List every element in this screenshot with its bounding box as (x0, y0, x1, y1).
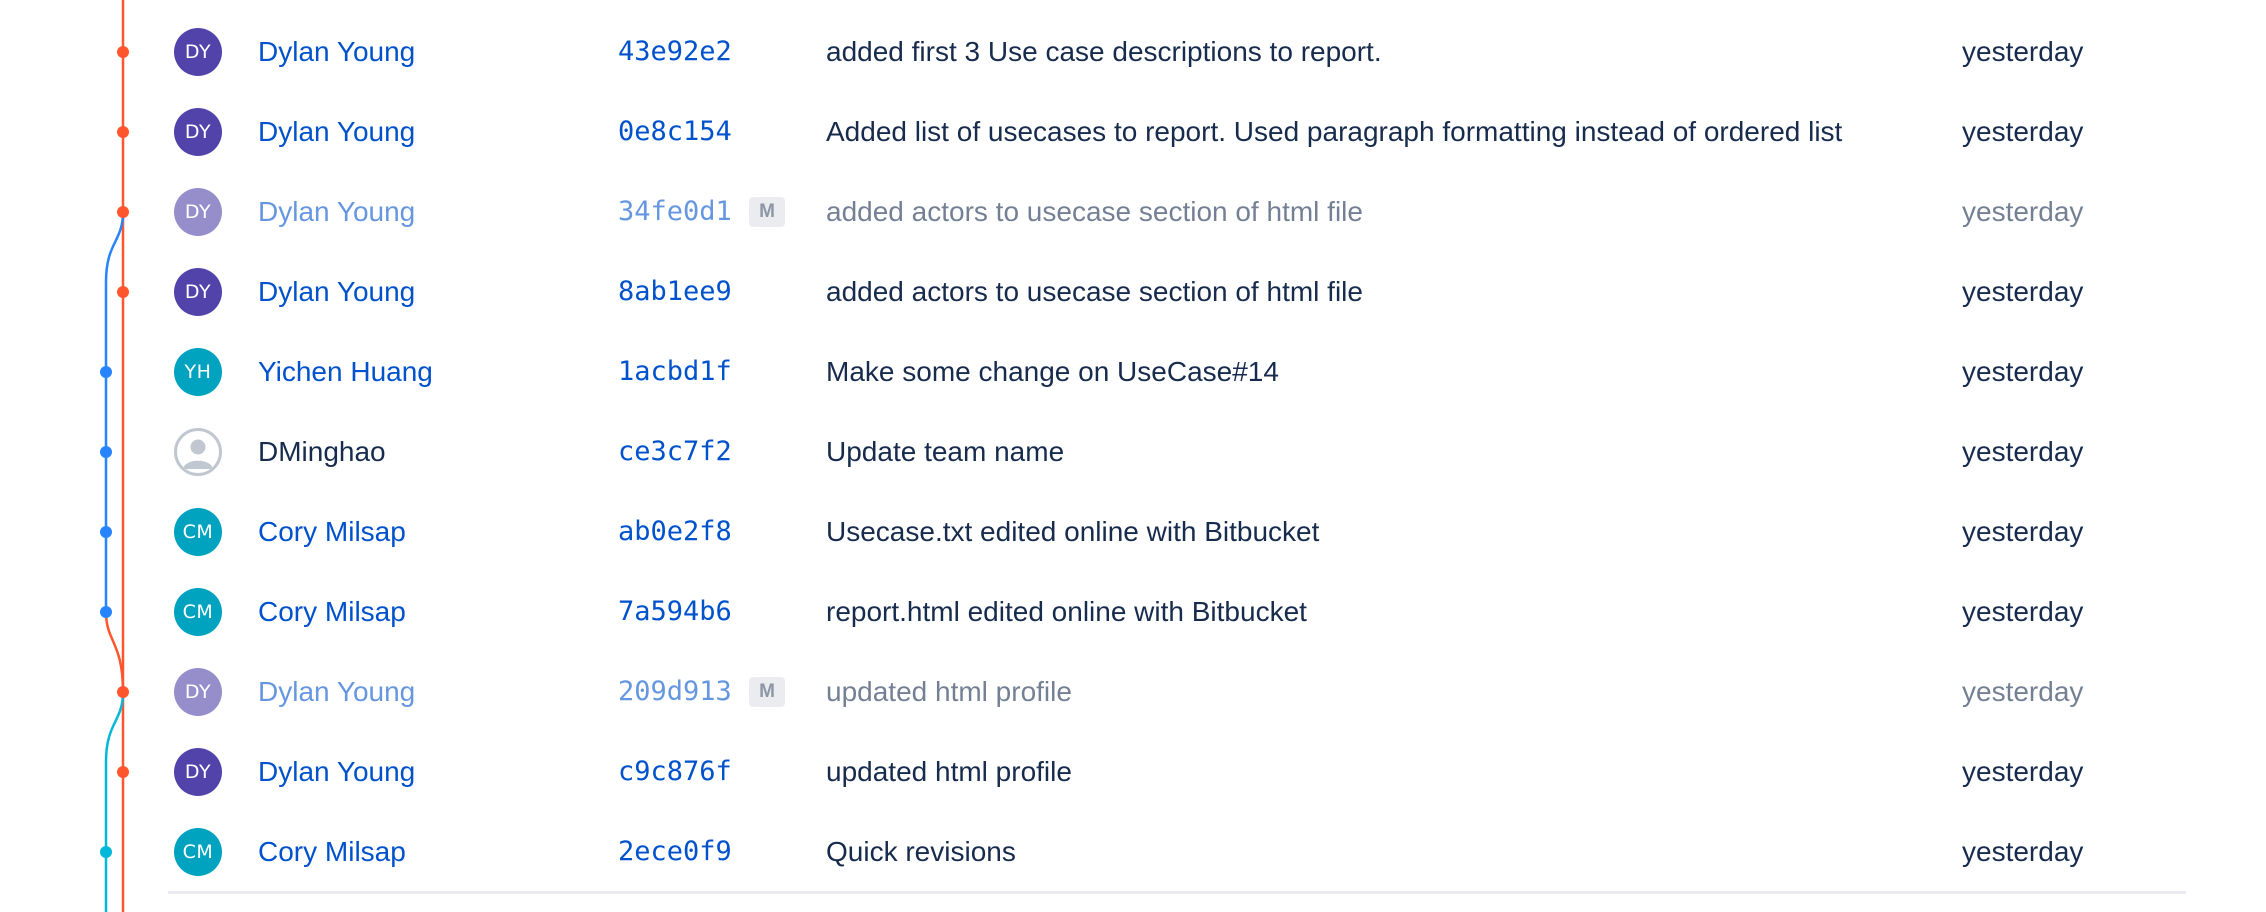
commit-hash-link[interactable]: 1acbd1f (618, 355, 732, 389)
author-name[interactable]: Dylan Young (258, 675, 415, 709)
author-name: DMinghao (258, 436, 386, 467)
commit-date: yesterday (1962, 356, 2084, 387)
commit-message: Quick revisions (826, 836, 1016, 867)
commit-date: yesterday (1962, 676, 2084, 707)
author-name[interactable]: Dylan Young (258, 115, 415, 149)
commit-row[interactable]: DY Dylan Young 34fe0d1 Madded actors to use… (0, 172, 2266, 252)
author-avatar: DY (174, 28, 222, 76)
commit-row[interactable]: CM Cory Milsap 2ece0f9 Quick revisions yeste… (0, 812, 2266, 892)
commit-message: updated html profile (826, 676, 1072, 707)
commit-date: yesterday (1962, 596, 2084, 627)
commit-message: Added list of usecases to report. Used p… (826, 116, 1843, 147)
author-avatar: YH (174, 348, 222, 396)
commit-hash-link[interactable]: 7a594b6 (618, 595, 732, 629)
author-avatar: DY (174, 668, 222, 716)
commit-hash-link[interactable]: 8ab1ee9 (618, 275, 732, 309)
commit-row[interactable]: DY Dylan Young 43e92e2 added first 3 Use ca… (0, 12, 2266, 92)
commit-hash-link[interactable]: 43e92e2 (618, 35, 732, 69)
author-name[interactable]: Dylan Young (258, 195, 415, 229)
commit-row[interactable]: DY Dylan Young 8ab1ee9 added actors to usec… (0, 252, 2266, 332)
list-divider (168, 891, 2186, 894)
author-avatar: DY (174, 748, 222, 796)
author-name[interactable]: Dylan Young (258, 35, 415, 69)
commit-date: yesterday (1962, 116, 2084, 147)
commit-message: Update team name (826, 436, 1065, 467)
commit-message: Usecase.txt edited online with Bitbucket (826, 516, 1320, 547)
commit-list: DY Dylan Young 43e92e2 added first 3 Use ca… (0, 0, 2266, 912)
merge-badge: M (749, 677, 785, 707)
commit-message: added actors to usecase section of html … (826, 196, 1363, 227)
author-avatar: CM (174, 588, 222, 636)
commit-message: added first 3 Use case descriptions to r… (826, 36, 1382, 67)
author-name[interactable]: Cory Milsap (258, 595, 406, 629)
commit-row[interactable]: CM Cory Milsap 7a594b6 report.html edited o… (0, 572, 2266, 652)
commit-hash-link[interactable]: 0e8c154 (618, 115, 732, 149)
commit-hash-link[interactable]: 34fe0d1 (618, 195, 732, 229)
commit-date: yesterday (1962, 436, 2084, 467)
author-name[interactable]: Dylan Young (258, 755, 415, 789)
author-name[interactable]: Dylan Young (258, 275, 415, 309)
commit-row[interactable]: DY Dylan Young c9c876f updated html profile… (0, 732, 2266, 812)
commit-date: yesterday (1962, 756, 2084, 787)
author-name[interactable]: Yichen Huang (258, 355, 433, 389)
commit-date: yesterday (1962, 276, 2084, 307)
merge-badge: M (749, 197, 785, 227)
commit-hash-link[interactable]: c9c876f (618, 755, 732, 789)
author-name[interactable]: Cory Milsap (258, 835, 406, 869)
commit-row[interactable]: DY Dylan Young 209d913 Mupdated html profil… (0, 652, 2266, 732)
commit-row[interactable]: CM Cory Milsap ab0e2f8 Usecase.txt edited o… (0, 492, 2266, 572)
author-name[interactable]: Cory Milsap (258, 515, 406, 549)
author-avatar: CM (174, 508, 222, 556)
commit-hash-link[interactable]: 2ece0f9 (618, 835, 732, 869)
author-avatar: DY (174, 188, 222, 236)
author-avatar: DY (174, 268, 222, 316)
commit-hash-link[interactable]: ce3c7f2 (618, 435, 732, 469)
commit-row[interactable]: YH Yichen Huang 1acbd1f Make some change on… (0, 332, 2266, 412)
commit-message: Make some change on UseCase#14 (826, 356, 1279, 387)
commit-row[interactable]: DMinghao ce3c7f2 Update team name yesterday (0, 412, 2266, 492)
commit-message: updated html profile (826, 756, 1072, 787)
commit-message: added actors to usecase section of html … (826, 276, 1363, 307)
commit-message: report.html edited online with Bitbucket (826, 596, 1307, 627)
commit-row[interactable]: DY Dylan Young 0e8c154 Added list of usecas… (0, 92, 2266, 172)
commit-date: yesterday (1962, 836, 2084, 867)
commit-date: yesterday (1962, 196, 2084, 227)
commit-hash-link[interactable]: ab0e2f8 (618, 515, 732, 549)
default-avatar-icon (174, 428, 222, 476)
author-avatar: DY (174, 108, 222, 156)
author-avatar: CM (174, 828, 222, 876)
commit-hash-link[interactable]: 209d913 (618, 675, 732, 709)
commit-date: yesterday (1962, 516, 2084, 547)
commit-date: yesterday (1962, 36, 2084, 67)
